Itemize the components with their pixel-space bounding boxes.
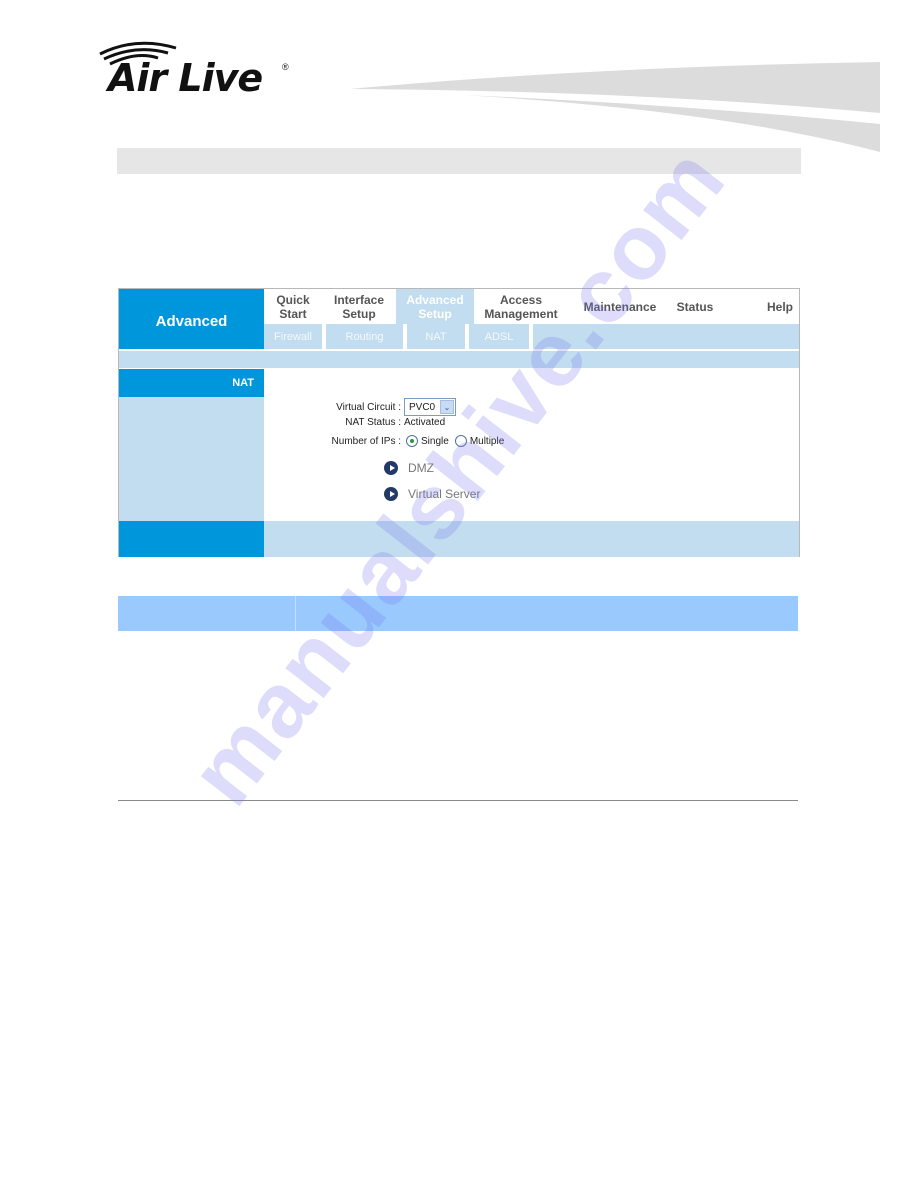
horizontal-rule: [118, 800, 798, 801]
tab-quick-start[interactable]: Quick Start: [264, 289, 322, 324]
section-title: Advanced: [119, 289, 264, 353]
nat-status-label: NAT Status :: [345, 417, 401, 428]
subtab-firewall[interactable]: Firewall: [264, 324, 326, 349]
title-strip: [119, 351, 799, 368]
arrow-circle-icon: [384, 487, 398, 501]
tab-label: Quick: [276, 292, 310, 307]
tab-label: Status: [676, 299, 714, 314]
table-header-cell: [296, 596, 798, 631]
tab-label: Advanced: [406, 292, 464, 307]
virtual-circuit-value: PVC0: [409, 401, 436, 413]
airlive-logo: Air Live ®: [96, 38, 296, 100]
nat-form: Virtual Circuit : PVC0 ⌄ NAT Status : Ac…: [264, 369, 799, 521]
subtab-nat[interactable]: NAT: [407, 324, 469, 349]
dmz-link-label: DMZ: [408, 461, 434, 475]
tab-label: Maintenance: [583, 299, 657, 314]
radio-multiple-label: Multiple: [469, 435, 505, 447]
subtab-adsl[interactable]: ADSL: [469, 324, 533, 349]
tab-access-management[interactable]: Access Management: [474, 289, 568, 324]
tab-status[interactable]: Status: [672, 289, 718, 324]
panel-footer-right: [264, 521, 799, 557]
virtual-server-link-label: Virtual Server: [408, 487, 481, 501]
tab-label: Start: [279, 306, 307, 321]
tab-interface-setup[interactable]: Interface Setup: [322, 289, 396, 324]
tab-help[interactable]: Help: [718, 289, 799, 324]
radio-single[interactable]: [406, 435, 418, 447]
tab-label: Management: [484, 306, 558, 321]
number-of-ips-label: Number of IPs :: [331, 435, 401, 447]
subtab-routing[interactable]: Routing: [326, 324, 407, 349]
tab-label: Help: [766, 299, 793, 314]
dmz-link[interactable]: DMZ: [384, 461, 434, 475]
radio-multiple[interactable]: [454, 435, 467, 447]
virtual-server-link[interactable]: Virtual Server: [384, 487, 480, 501]
virtual-circuit-select[interactable]: PVC0 ⌄: [404, 398, 456, 416]
tab-advanced-setup[interactable]: Advanced Setup: [396, 289, 474, 324]
chevron-down-icon: ⌄: [440, 400, 454, 414]
tab-label: Interface: [333, 292, 385, 307]
section-heading-bar: [117, 148, 801, 174]
sub-nav-tabs: Firewall Routing NAT ADSL: [264, 324, 799, 349]
radio-single-label: Single: [421, 435, 449, 447]
panel-footer-left: [119, 521, 264, 557]
tab-label: Setup: [418, 306, 452, 321]
side-section-label: NAT: [119, 369, 264, 397]
number-of-ips-row: Number of IPs : Single Multiple: [264, 435, 504, 447]
tab-maintenance[interactable]: Maintenance: [568, 289, 672, 324]
table-header-cell: [118, 596, 296, 631]
main-nav-tabs: Quick Start Interface Setup Advanced Setup …: [264, 289, 799, 324]
nat-status-row: NAT Status : Activated: [264, 417, 445, 428]
registered-mark: ®: [282, 62, 289, 72]
sidebar-fill: [119, 397, 264, 521]
nat-status-value: Activated: [404, 417, 446, 428]
tab-label: Access: [499, 292, 543, 307]
logo-text: Air Live: [108, 56, 263, 100]
tab-label: Setup: [342, 306, 376, 321]
virtual-circuit-row: Virtual Circuit : PVC0 ⌄: [264, 398, 456, 416]
arrow-circle-icon: [384, 461, 398, 475]
router-ui-panel: Advanced Quick Start Interface Setup Advan…: [118, 288, 800, 557]
parameter-table-header: [118, 596, 798, 631]
virtual-circuit-label: Virtual Circuit :: [336, 401, 401, 413]
